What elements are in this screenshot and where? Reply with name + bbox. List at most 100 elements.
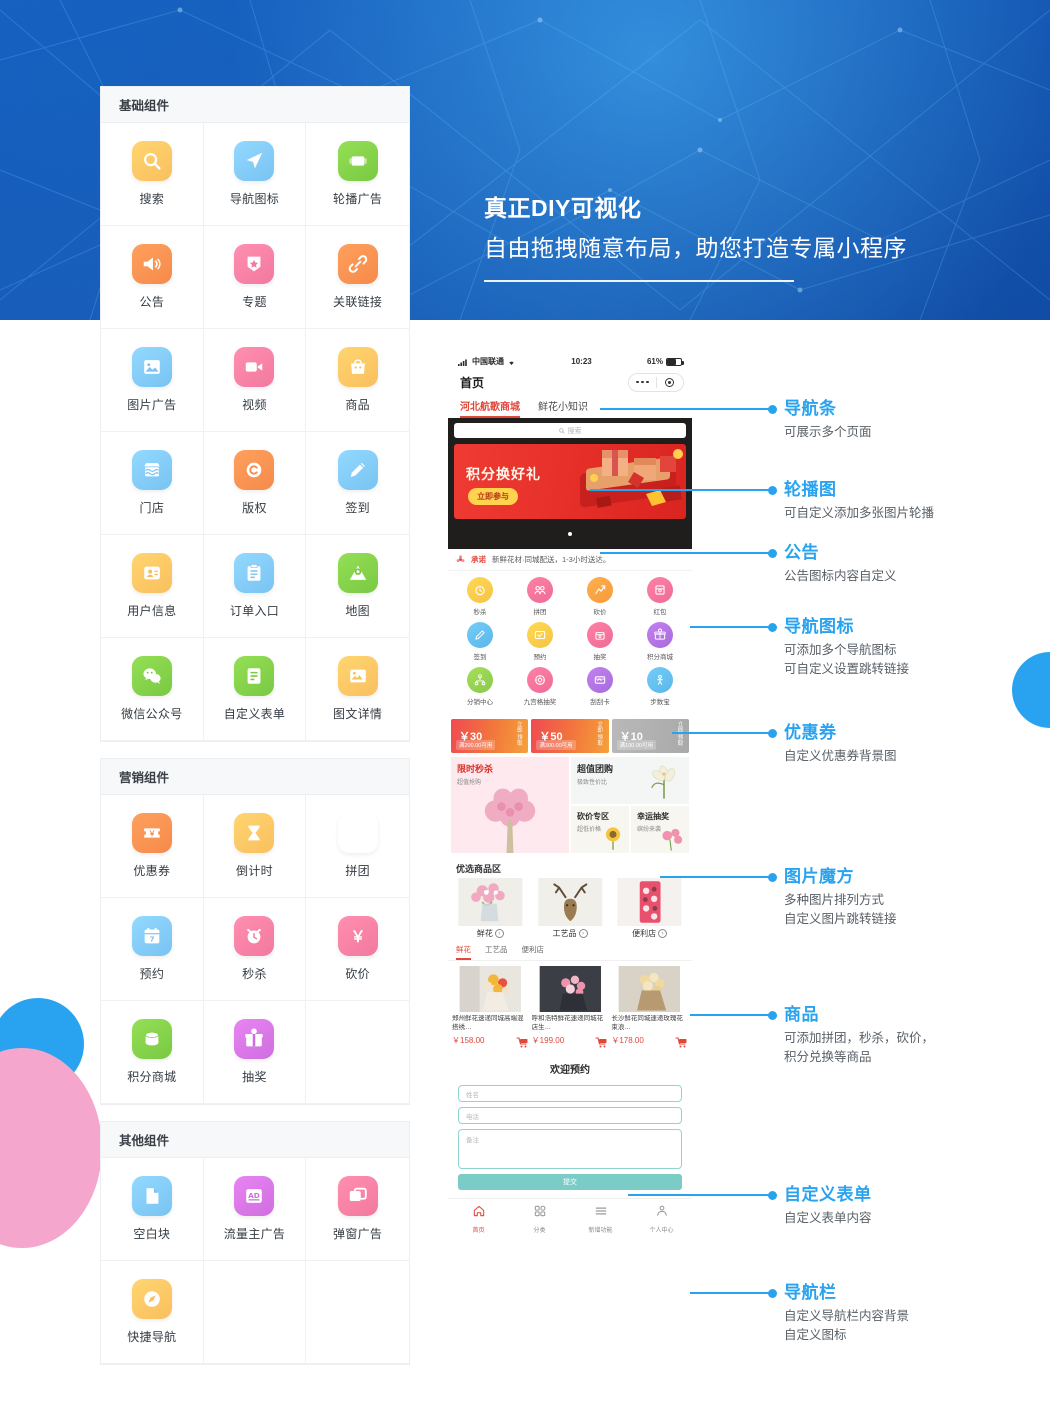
phone-coupon[interactable]: ￥10满100.00可用立即领取 [611,719,689,753]
cube-cell-bottom-left[interactable]: 砍价专区 超低价格 [571,806,629,853]
phone-category-row[interactable]: 鲜花 › 工艺品 › 便利店 › [448,878,692,942]
phone-nav-header: 首页 [448,369,692,395]
phone-nav-item-步数宝[interactable]: 步数宝 [630,667,690,706]
component-item-拼团[interactable]: 拼团 [306,795,409,898]
blank-page-icon [131,1176,172,1216]
phone-category-便利店[interactable]: 便利店 › [611,878,688,939]
phone-bottom-nav[interactable]: 首页 分类 新增功能 个人中心 [448,1198,692,1241]
phone-subtab[interactable]: 鲜花 [456,944,471,960]
hourglass-icon [234,813,275,853]
phone-bottom-nav-个人中心[interactable]: 个人中心 [631,1204,692,1234]
phone-nav-item-拼团[interactable]: 拼团 [510,577,570,616]
phone-nav-item-抽奖[interactable]: 抽奖 [570,622,630,661]
phone-status-bar: 中国联通 10:23 61% [448,352,692,369]
form-submit-button[interactable]: 提交 [458,1174,682,1190]
component-item-优惠券[interactable]: ￥ 优惠券 [101,795,204,898]
component-item-快捷导航[interactable]: 快捷导航 [101,1261,204,1364]
more-dots-icon[interactable] [629,380,656,384]
component-item-积分商城[interactable]: 积分商城 [101,1001,204,1104]
svg-text:7: 7 [149,935,154,944]
component-item-label: 地图 [345,604,370,618]
carousel-indicator[interactable] [454,523,686,541]
component-item-弹窗广告[interactable]: 弹窗广告 [306,1158,409,1261]
phone-bottom-nav-新增功能[interactable]: 新增功能 [570,1204,631,1234]
phone-coupon[interactable]: ￥50 满300.00可用 立即领取 [531,719,609,753]
component-item-预约[interactable]: 7 预约 [101,898,204,1001]
component-item-签到[interactable]: 签到 [306,432,409,535]
coupon-claim-button[interactable]: 立即领取 [676,722,685,747]
component-item-用户信息[interactable]: 用户信息 [101,535,204,638]
form-name-input[interactable]: 姓名 [458,1085,682,1102]
miniprogram-capsule[interactable] [628,372,684,392]
coupon-claim-button[interactable]: 立即领取 [515,722,524,747]
cart-icon[interactable] [675,1035,688,1048]
component-item-label: 轮播广告 [333,192,383,206]
phone-nav-item-九宫格抽奖[interactable]: 九宫格抽奖 [510,667,570,706]
component-item-抽奖[interactable]: 抽奖 [203,1001,307,1104]
phone-nav-item-积分商城[interactable]: 积分商城 [630,622,690,661]
phone-banner-carousel[interactable]: 积分换好礼 立即参与 [454,444,686,519]
component-item-关联链接[interactable]: 关联链接 [306,226,409,329]
phone-product-row[interactable]: 郑州鲜花速递同城高端混搭绣… ￥158.00 呼和浩特鲜花速递同城花店生… ￥199.… [448,961,692,1051]
form-phone-input[interactable]: 电话 [458,1107,682,1124]
cart-icon[interactable] [516,1035,529,1048]
cube-cell-bottom-right[interactable]: 幸运抽奖 缤纷来袭 [631,806,689,853]
component-item-图片广告[interactable]: 图片广告 [101,329,204,432]
phone-nav-item-预约[interactable]: 预约 [510,622,570,661]
phone-top-tab[interactable]: 河北航歌商城 [460,398,520,418]
component-item-微信公众号[interactable]: 微信公众号 [101,638,204,741]
component-item-label: 优惠券 [133,864,171,878]
component-item-图文详情[interactable]: 图文详情 [306,638,409,741]
component-item-公告[interactable]: 公告 [101,226,204,329]
component-item-订单入口[interactable]: 订单入口 [203,535,307,638]
form-remark-textarea[interactable]: 备注 [458,1129,682,1169]
phone-subtabs[interactable]: 鲜花 工艺品 便利店 [448,942,692,961]
phone-category-鲜花[interactable]: 鲜花 › [452,878,529,939]
component-item-视频[interactable]: 视频 [203,329,307,432]
component-item-流量主广告[interactable]: AD 流量主广告 [203,1158,307,1261]
phone-subtab[interactable]: 便利店 [522,944,545,960]
component-item-专题[interactable]: 专题 [203,226,307,329]
close-target-icon[interactable] [657,377,684,387]
phone-search-input[interactable]: 搜索 [454,423,686,438]
phone-bottom-nav-分类[interactable]: 分类 [509,1204,570,1234]
phone-top-tabbar[interactable]: 河北航歌商城 鲜花小知识 [448,395,692,418]
cart-icon[interactable] [595,1035,608,1048]
component-item-倒计时[interactable]: 倒计时 [203,795,307,898]
phone-subtab[interactable]: 工艺品 [485,944,508,960]
phone-image-cube[interactable]: 限时秒杀 超值抢购 超值团购 极致性价比 砍价专区 超低价格 幸运抽奖 缤纷来袭 [448,757,692,857]
product-name: 呼和浩特鲜花速递同城花店生… [531,1015,604,1031]
component-item-轮播广告[interactable]: 轮播广告 [306,123,409,226]
phone-nav-icon-grid[interactable]: 秒杀 拼团 砍价 红包签到 预约 抽奖 积分商城分销中心 九宫格抽奖 刮刮卡 步数宝 [448,571,692,716]
component-item-砍价[interactable]: ￥ 砍价 [306,898,409,1001]
phone-nav-item-分销中心[interactable]: 分销中心 [450,667,510,706]
phone-bottom-nav-首页[interactable]: 首页 [448,1204,509,1234]
phone-product-card[interactable]: 呼和浩特鲜花速递同城花店生… ￥199.00 [531,966,609,1048]
component-item-地图[interactable]: 地图 [306,535,409,638]
component-item-商品[interactable]: 商品 [306,329,409,432]
menu-icon [594,1204,608,1223]
cube-cell-top[interactable]: 超值团购 极致性价比 [571,757,689,804]
phone-product-card[interactable]: 郑州鲜花速递同城高端混搭绣… ￥158.00 [452,966,529,1048]
banner-cta-button[interactable]: 立即参与 [468,488,518,505]
component-item-搜索[interactable]: 搜索 [101,123,204,226]
component-item-版权[interactable]: 版权 [203,432,307,535]
phone-coupon[interactable]: ￥30 满200.00可用 立即领取 [451,719,529,753]
coupon-claim-button[interactable]: 立即领取 [596,722,605,747]
component-item-自定义表单[interactable]: 自定义表单 [203,638,307,741]
component-item-秒杀[interactable]: 秒杀 [203,898,307,1001]
phone-nav-item-红包[interactable]: 红包 [630,577,690,616]
phone-nav-item-秒杀[interactable]: 秒杀 [450,577,510,616]
phone-nav-item-签到[interactable]: 签到 [450,622,510,661]
phone-coupon-row[interactable]: ￥30 满200.00可用 立即领取 ￥50 满300.00可用 立即领取 ￥10 满100.… [448,716,692,757]
phone-nav-item-刮刮卡[interactable]: 刮刮卡 [570,667,630,706]
phone-nav-item-label: 分销中心 [467,699,493,706]
component-item-门店[interactable]: 门店 [101,432,204,535]
phone-product-card[interactable]: 长沙鲜花同城速递玫瑰花束浪… ￥178.00 [611,966,688,1048]
component-item-导航图标[interactable]: 导航图标 [203,123,307,226]
cube-cell-large[interactable]: 限时秒杀 超值抢购 [451,757,569,853]
component-item-空白块[interactable]: 空白块 [101,1158,204,1261]
phone-category-工艺品[interactable]: 工艺品 › [532,878,609,939]
phone-top-tab[interactable]: 鲜花小知识 [538,398,588,418]
phone-nav-item-砍价[interactable]: 砍价 [570,577,630,616]
